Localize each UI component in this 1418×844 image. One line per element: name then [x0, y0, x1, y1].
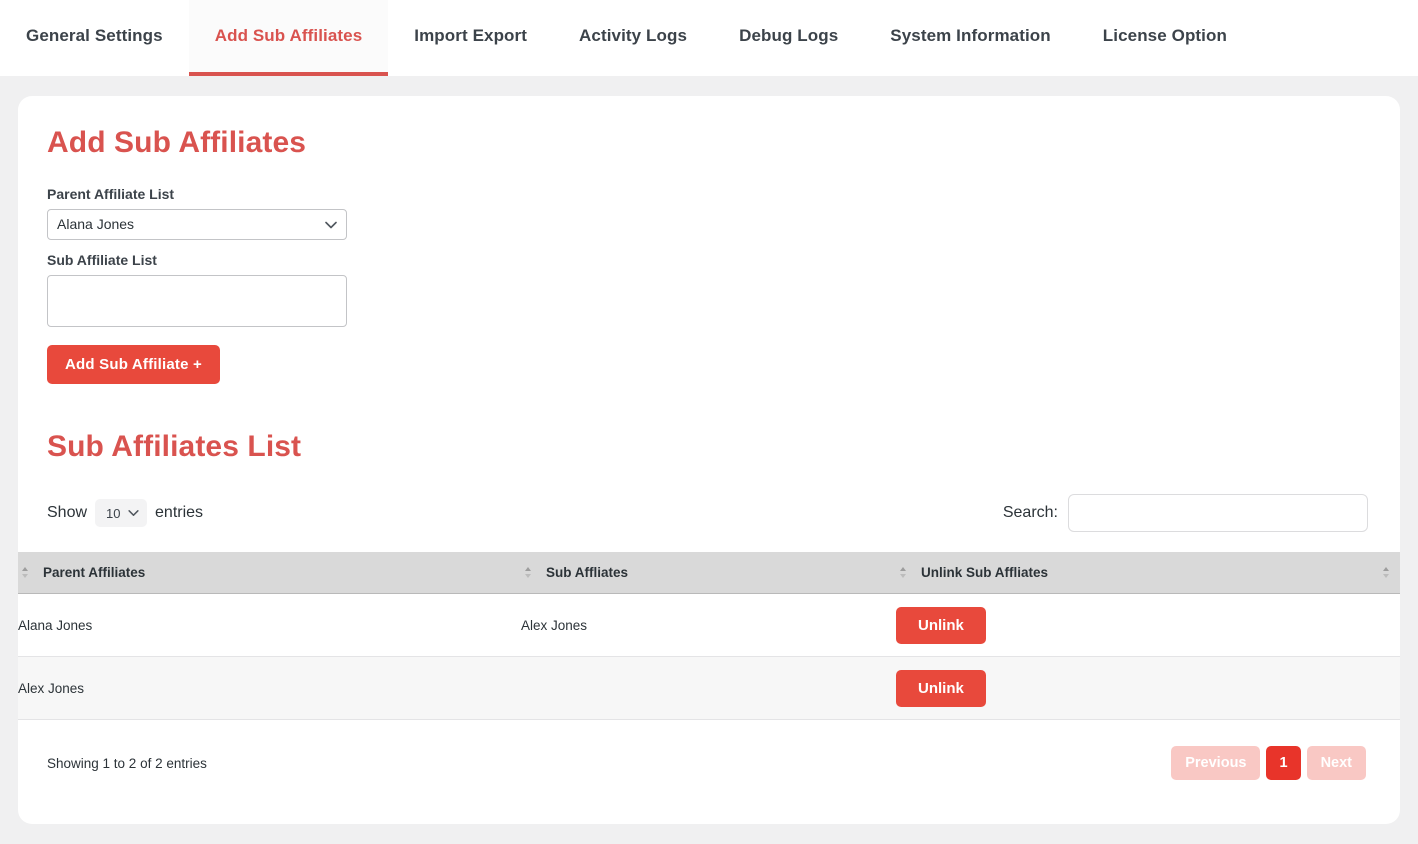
tab-debug-logs[interactable]: Debug Logs: [713, 0, 864, 76]
search-group: Search:: [1003, 494, 1368, 532]
table-head: Parent Affiliates Sub Affliates: [18, 552, 1400, 594]
content-card: Add Sub Affiliates Parent Affiliate List…: [18, 96, 1400, 824]
tab-label: System Information: [890, 26, 1051, 46]
tab-import-export[interactable]: Import Export: [388, 0, 553, 76]
search-input[interactable]: [1068, 494, 1368, 532]
column-header-label: Parent Affiliates: [43, 565, 145, 580]
table-row: Alex Jones Unlink: [18, 657, 1400, 720]
entries-select-wrap: 10: [95, 499, 147, 527]
tab-activity-logs[interactable]: Activity Logs: [553, 0, 713, 76]
cell-unlink-action: Unlink: [896, 657, 1400, 720]
cell-parent-affiliate: Alex Jones: [18, 657, 521, 720]
cell-sub-affiliate: Alex Jones: [521, 594, 896, 657]
sub-affiliate-label: Sub Affiliate List: [47, 252, 1370, 268]
tab-system-information[interactable]: System Information: [864, 0, 1077, 76]
tab-bar: General Settings Add Sub Affiliates Impo…: [0, 0, 1418, 76]
show-entries-suffix: entries: [155, 504, 203, 522]
showing-entries-info: Showing 1 to 2 of 2 entries: [47, 756, 207, 771]
table-row: Alana Jones Alex Jones Unlink: [18, 594, 1400, 657]
search-label: Search:: [1003, 504, 1058, 522]
tab-add-sub-affiliates[interactable]: Add Sub Affiliates: [189, 0, 389, 76]
tab-label: Import Export: [414, 26, 527, 46]
column-header-label: Sub Affliates: [546, 565, 628, 580]
sort-indicator-icon: [1379, 567, 1393, 578]
table-area: Parent Affiliates Sub Affliates: [18, 552, 1400, 720]
unlink-button[interactable]: Unlink: [896, 670, 986, 707]
cell-parent-affiliate: Alana Jones: [18, 594, 521, 657]
tab-license-option[interactable]: License Option: [1077, 0, 1253, 76]
tab-label: Activity Logs: [579, 26, 687, 46]
tab-general-settings[interactable]: General Settings: [0, 0, 189, 76]
table-header-row: Parent Affiliates Sub Affliates: [18, 552, 1400, 594]
show-entries-prefix: Show: [47, 504, 87, 522]
sort-indicator-icon: [521, 567, 535, 578]
show-entries-group: Show 10 entries: [47, 499, 203, 527]
table-controls: Show 10 entries Search:: [47, 494, 1370, 532]
table-footer: Showing 1 to 2 of 2 entries Previous 1 N…: [47, 720, 1370, 780]
add-sub-affiliate-button[interactable]: Add Sub Affiliate +: [47, 345, 220, 384]
column-header-sub-affiliates[interactable]: Sub Affliates: [521, 552, 896, 594]
parent-affiliate-label: Parent Affiliate List: [47, 186, 1370, 202]
page-title: Add Sub Affiliates: [47, 126, 1370, 160]
unlink-button[interactable]: Unlink: [896, 607, 986, 644]
cell-sub-affiliate: [521, 657, 896, 720]
tab-label: Add Sub Affiliates: [215, 26, 363, 46]
card-inner: Add Sub Affiliates Parent Affiliate List…: [18, 96, 1400, 780]
parent-affiliate-select[interactable]: Alana Jones: [47, 209, 347, 240]
parent-affiliate-select-wrap: Alana Jones: [47, 209, 347, 240]
column-header-parent-affiliates[interactable]: Parent Affiliates: [18, 552, 521, 594]
cell-unlink-action: Unlink: [896, 594, 1400, 657]
tab-label: General Settings: [26, 26, 163, 46]
page-body: Add Sub Affiliates Parent Affiliate List…: [0, 76, 1418, 824]
pagination-next-button[interactable]: Next: [1307, 746, 1366, 780]
table-body: Alana Jones Alex Jones Unlink Alex Jones…: [18, 594, 1400, 720]
tab-label: License Option: [1103, 26, 1227, 46]
column-header-unlink-sub-affiliates[interactable]: Unlink Sub Affliates: [896, 552, 1400, 594]
tab-label: Debug Logs: [739, 26, 838, 46]
pagination-page-1-button[interactable]: 1: [1266, 746, 1300, 780]
sub-affiliates-list-title: Sub Affiliates List: [47, 430, 1370, 464]
column-header-label: Unlink Sub Affliates: [921, 565, 1048, 580]
sub-affiliate-listbox[interactable]: [47, 275, 347, 327]
pagination: Previous 1 Next: [1171, 746, 1366, 780]
sort-indicator-icon: [18, 567, 32, 578]
pagination-previous-button[interactable]: Previous: [1171, 746, 1260, 780]
entries-per-page-select[interactable]: 10: [95, 499, 147, 527]
sort-indicator-icon: [896, 567, 910, 578]
sub-affiliates-table: Parent Affiliates Sub Affliates: [18, 552, 1400, 720]
